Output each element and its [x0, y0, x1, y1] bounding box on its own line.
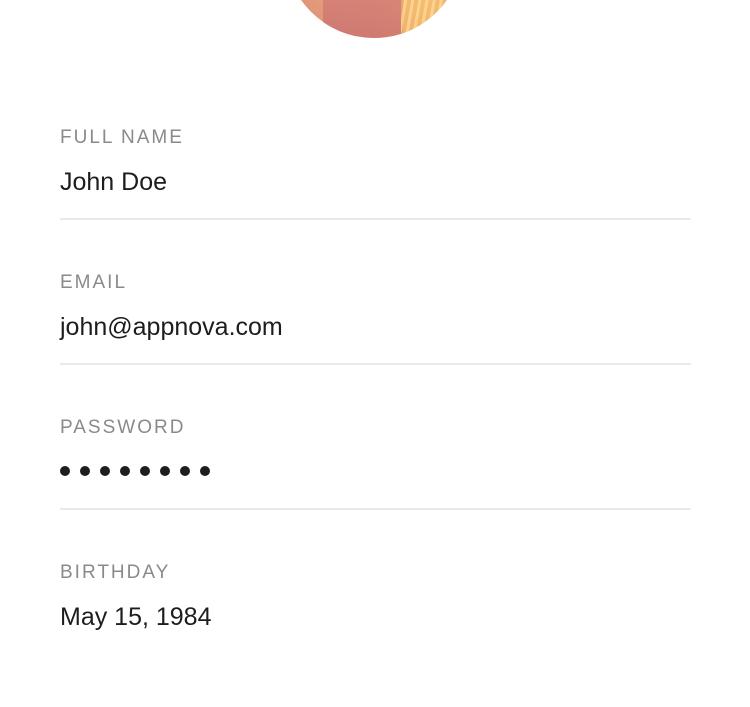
password-dot [120, 466, 130, 476]
avatar-photo-figure [323, 0, 403, 38]
password-label: PASSWORD [60, 417, 186, 438]
birthday-label: BIRTHDAY [60, 562, 171, 583]
password-divider [60, 508, 691, 510]
password-dot [80, 466, 90, 476]
password-dot [160, 466, 170, 476]
birthday-value[interactable]: May 15, 1984 [60, 602, 212, 632]
full-name-field[interactable]: FULL NAME John Doe [60, 127, 691, 272]
password-dot [60, 466, 70, 476]
password-dot [100, 466, 110, 476]
avatar[interactable] [285, 0, 463, 38]
avatar-photo-background [401, 0, 445, 38]
email-field[interactable]: EMAIL john@appnova.com [60, 272, 691, 417]
password-field[interactable]: PASSWORD [60, 417, 691, 562]
password-dot [200, 466, 210, 476]
full-name-divider [60, 218, 691, 220]
birthday-field[interactable]: BIRTHDAY May 15, 1984 [60, 562, 691, 707]
password-masked-value[interactable] [60, 465, 210, 477]
password-dot [180, 466, 190, 476]
full-name-label: FULL NAME [60, 127, 184, 148]
email-value[interactable]: john@appnova.com [60, 312, 283, 342]
email-divider [60, 363, 691, 365]
full-name-value[interactable]: John Doe [60, 167, 167, 197]
password-dot [140, 466, 150, 476]
email-label: EMAIL [60, 272, 128, 293]
